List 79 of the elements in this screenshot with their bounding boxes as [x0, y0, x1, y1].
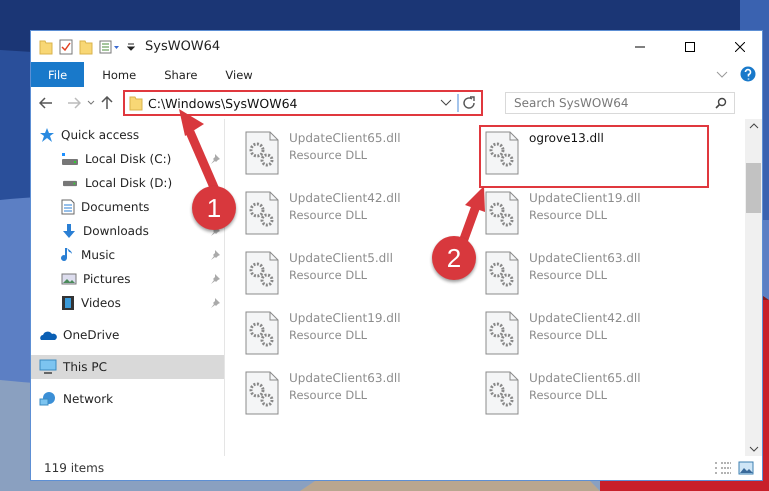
item-count: 119 items: [44, 461, 106, 475]
network-globe-icon: [39, 391, 57, 407]
nav-item[interactable]: Local Disk (C:): [31, 147, 178, 171]
ribbon-tab[interactable]: View: [211, 62, 267, 87]
dropdown-caret-icon[interactable]: [127, 42, 135, 50]
document-icon: [61, 199, 75, 215]
maximize-icon: [685, 42, 695, 52]
nav-item[interactable]: Music: [31, 243, 122, 267]
drive-icon: [61, 180, 79, 186]
nav-item[interactable]: Pictures: [31, 267, 137, 291]
settings-file-icon: [485, 191, 519, 235]
download-arrow-icon: [61, 223, 77, 239]
file-item[interactable]: ogrove13.dll: [479, 125, 709, 188]
close-icon: [735, 42, 745, 52]
nav-item[interactable]: Local Disk (D:): [31, 171, 178, 195]
file-type: Resource DLL: [289, 268, 368, 282]
settings-file-icon: [245, 371, 279, 415]
film-icon: [61, 295, 75, 311]
folder-icon: [79, 38, 93, 54]
file-name: UpdateClient5.dll: [289, 251, 393, 265]
search-icon: [715, 97, 727, 109]
file-type: Resource DLL: [289, 388, 368, 402]
chevron-down-icon[interactable]: [440, 99, 452, 107]
file-name: UpdateClient63.dll: [529, 251, 641, 265]
properties-icon: [99, 40, 121, 54]
computer-icon: [39, 359, 57, 375]
nav-item[interactable]: Documents: [31, 195, 156, 219]
scrollbar[interactable]: [745, 119, 762, 456]
file-name: UpdateClient19.dll: [289, 311, 401, 325]
folder-icon: [39, 38, 53, 54]
settings-file-icon: [485, 371, 519, 415]
ribbon-tab[interactable]: Share: [150, 62, 212, 87]
address-path: C:\Windows\SysWOW64: [148, 96, 298, 110]
back-arrow-icon[interactable]: [39, 97, 53, 109]
nav-item[interactable]: OneDrive: [31, 323, 126, 347]
file-name: UpdateClient19.dll: [529, 191, 641, 205]
settings-file-icon: [485, 311, 519, 355]
checkmark-document-icon: [59, 38, 73, 54]
minimize-icon: [635, 46, 645, 48]
picture-icon: [61, 272, 77, 286]
nav-item[interactable]: Network: [31, 387, 120, 411]
chevron-down-icon[interactable]: [87, 100, 95, 106]
ribbon-tab[interactable]: Home: [88, 62, 150, 87]
file-menu-button[interactable]: File: [31, 62, 84, 87]
settings-file-icon: [245, 131, 279, 175]
file-name: UpdateClient42.dll: [289, 191, 401, 205]
cloud-icon: [39, 329, 57, 341]
scrollbar-thumb[interactable]: [746, 162, 761, 212]
file-type: Resource DLL: [289, 328, 368, 342]
file-type: Resource DLL: [529, 208, 608, 222]
details-view-icon[interactable]: [714, 461, 732, 475]
search-field[interactable]: Search SysWOW64: [505, 92, 735, 114]
file-name: UpdateClient65.dll: [289, 131, 401, 145]
settings-file-icon: [245, 251, 279, 295]
nav-item[interactable]: Quick access: [31, 123, 146, 147]
drive-icon: [61, 152, 79, 166]
nav-item[interactable]: This PC: [31, 355, 224, 379]
up-arrow-icon[interactable]: [101, 96, 113, 110]
settings-file-icon: [485, 131, 519, 175]
nav-item[interactable]: Videos: [31, 291, 127, 315]
file-type: Resource DLL: [289, 208, 368, 222]
file-name: ogrove13.dll: [529, 131, 604, 145]
star-icon: [39, 127, 55, 143]
large-icons-view-icon[interactable]: [738, 461, 754, 475]
file-name: UpdateClient42.dll: [529, 311, 641, 325]
file-type: Resource DLL: [529, 328, 608, 342]
window-title: SysWOW64: [145, 39, 222, 54]
file-name: UpdateClient63.dll: [289, 371, 401, 385]
nav-item[interactable]: Downloads: [31, 219, 155, 243]
settings-file-icon: [485, 251, 519, 295]
file-type: Resource DLL: [529, 268, 608, 282]
folder-icon: [129, 95, 143, 111]
music-note-icon: [61, 247, 75, 263]
address-bar[interactable]: C:\Windows\SysWOW64: [123, 90, 483, 116]
file-name: UpdateClient65.dll: [529, 371, 641, 385]
file-type: Resource DLL: [529, 388, 608, 402]
file-type: Resource DLL: [289, 148, 368, 162]
settings-file-icon: [245, 311, 279, 355]
settings-file-icon: [245, 191, 279, 235]
